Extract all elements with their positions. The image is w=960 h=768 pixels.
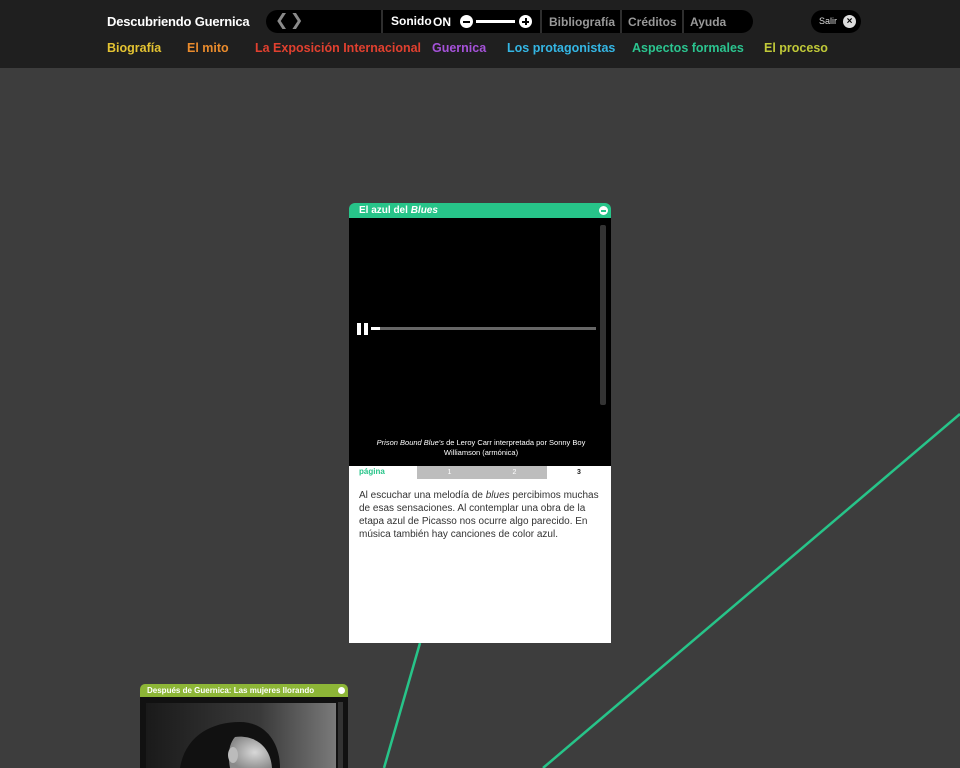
category-protagonistas[interactable]: Los protagonistas	[507, 41, 615, 55]
ayuda-link[interactable]: Ayuda	[690, 15, 726, 29]
toolbar-divider	[540, 10, 542, 33]
panel-header[interactable]: El azul del Blues	[349, 203, 611, 218]
sound-label: Sonido	[391, 14, 432, 28]
salir-button[interactable]: Salir ×	[811, 10, 861, 33]
creditos-link[interactable]: Créditos	[628, 15, 677, 29]
minimize-icon[interactable]	[599, 206, 608, 215]
toolbar-divider	[682, 10, 684, 33]
volume-slider[interactable]	[476, 20, 515, 23]
caption-title: Prison Bound Blue's	[376, 438, 444, 447]
media-scrollbar[interactable]	[338, 702, 343, 768]
panel-title: El azul del Blues	[359, 205, 438, 216]
mujeres-panel: Después de Guernica: Las mujeres llorand…	[140, 684, 348, 768]
woman-photo	[146, 703, 336, 768]
toolbar-divider	[620, 10, 622, 33]
page-tab-3[interactable]: 3	[547, 466, 611, 479]
toolbar-divider	[381, 10, 383, 33]
text-em: blues	[485, 490, 510, 501]
page-tab-1[interactable]: 1	[417, 466, 482, 479]
site-title[interactable]: Descubriendo Guernica	[107, 14, 250, 29]
toolbar-pill: ❮ ❯ Sonido ON Bibliografía Créditos Ayud…	[266, 10, 753, 33]
volume-minus-icon[interactable]	[460, 15, 473, 28]
category-exposicion-internacional[interactable]: La Exposición Internacional	[255, 41, 421, 55]
sound-toggle[interactable]: ON	[433, 15, 451, 29]
volume-plus-icon[interactable]	[519, 15, 532, 28]
category-el-mito[interactable]: El mito	[187, 41, 229, 55]
panel-title: Después de Guernica: Las mujeres llorand…	[147, 686, 315, 695]
page-tab-2[interactable]: 2	[482, 466, 547, 479]
salir-label: Salir	[819, 16, 838, 26]
prev-arrow-icon[interactable]: ❮	[275, 13, 288, 29]
text-part: Al escuchar una melodía de	[359, 490, 486, 501]
caption-credits: de Leroy Carr interpretada por Sonny Boy…	[443, 438, 586, 457]
minimize-icon[interactable]	[338, 687, 345, 694]
audio-caption: Prison Bound Blue's de Leroy Carr interp…	[361, 438, 601, 458]
photo-viewer	[140, 697, 348, 768]
panel-header[interactable]: Después de Guernica: Las mujeres llorand…	[140, 684, 348, 697]
category-guernica[interactable]: Guernica	[432, 41, 486, 55]
pause-icon[interactable]	[357, 323, 368, 335]
audio-player: Prison Bound Blue's de Leroy Carr interp…	[349, 218, 611, 466]
connector-line	[382, 642, 422, 768]
panel-title-prefix: El azul del	[359, 205, 411, 216]
blues-panel: El azul del Blues Prison Bound Blue's de…	[349, 203, 611, 643]
next-arrow-icon[interactable]: ❯	[290, 13, 303, 29]
pager-label: página	[359, 467, 385, 476]
panel-body: Al escuchar una melodía de blues percibi…	[349, 479, 611, 643]
panel-title-em: Blues	[410, 205, 438, 216]
close-icon: ×	[843, 15, 856, 28]
top-header: Descubriendo Guernica ❮ ❯ Sonido ON Bibl…	[0, 0, 960, 68]
category-biografia[interactable]: Biografía	[107, 41, 161, 55]
category-el-proceso[interactable]: El proceso	[764, 41, 828, 55]
category-aspectos-formales[interactable]: Aspectos formales	[632, 41, 744, 55]
audio-progress-bar[interactable]	[371, 327, 596, 330]
audio-progress-fill	[371, 327, 380, 330]
media-scrollbar[interactable]	[600, 225, 606, 405]
bibliografia-link[interactable]: Bibliografía	[549, 15, 615, 29]
panel-text: Al escuchar una melodía de blues percibi…	[359, 489, 599, 541]
page-selector: página 1 2 3	[349, 466, 611, 479]
